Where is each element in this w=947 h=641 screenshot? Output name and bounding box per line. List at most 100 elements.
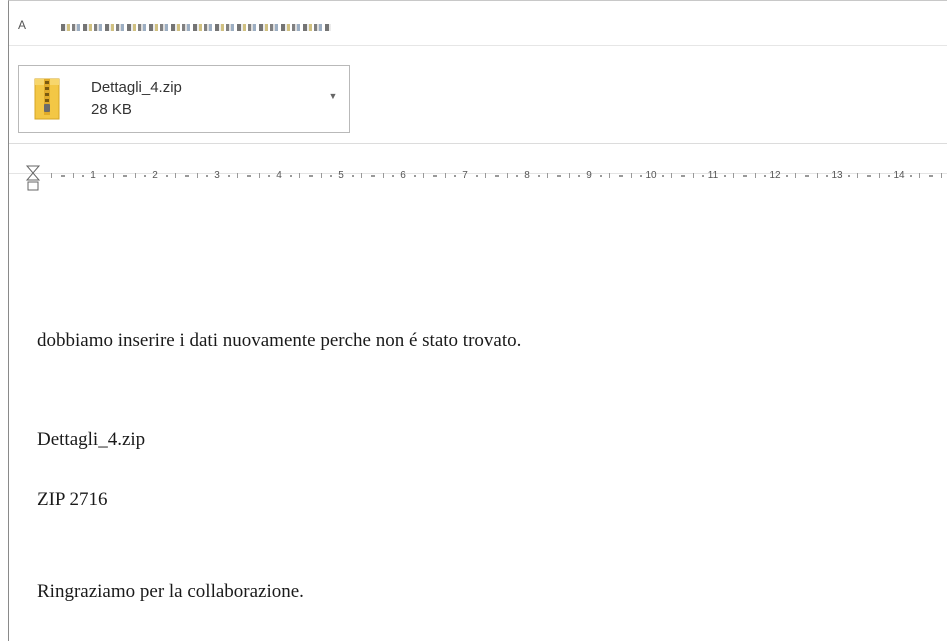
ruler-tick [196,173,198,178]
ruler-dot [847,175,850,177]
ruler-dot [909,175,912,177]
ruler-numbers: 1 2 3 4 5 6 7 8 9 10 11 12 13 14 [9,164,947,188]
ruler-dot [103,175,106,177]
ruler-dot [661,175,664,177]
email-reading-pane: A Dettagli_4.zip 28 KB ▼ 12 3 4 5 6 7 8 … [8,0,947,641]
ruler-tick [733,173,735,178]
ruler-dot [826,175,829,177]
chevron-down-icon[interactable]: ▼ [327,90,339,102]
attachment-card[interactable]: Dettagli_4.zip 28 KB ▼ [18,65,350,133]
ruler-number: 5 [338,170,344,181]
ruler: 1 2 3 4 5 6 7 8 9 10 11 12 13 14 [9,164,947,191]
ruler-dot [62,175,65,177]
ruler-tick [320,173,322,178]
ruler-dot [330,175,333,177]
ruler-number: 7 [462,170,468,181]
ruler-number: 14 [893,170,905,181]
attachments-bar: Dettagli_4.zip 28 KB ▼ [9,46,947,144]
ruler-tick [671,173,673,178]
ruler-dot [744,175,747,177]
ruler-dot [888,175,891,177]
ruler-tick [919,173,921,178]
attachment-file-name: Dettagli_4.zip [91,79,182,96]
ruler-dot [785,175,788,177]
ruler-number: 6 [400,170,406,181]
ruler-dot [351,175,354,177]
ruler-number: 11 [707,170,719,181]
ruler-tick [754,173,756,178]
ruler-tick [423,173,425,178]
ruler-dot [82,175,85,177]
message-line-1: dobbiamo inserire i dati nuovamente perc… [37,330,522,351]
ruler-dot [930,175,933,177]
ruler-tick [361,173,363,178]
ruler-dot [806,175,809,177]
ruler-dot [682,175,685,177]
ruler-tick [547,173,549,178]
ruler-tick [113,173,115,178]
ruler-tick [795,173,797,178]
ruler-number: 9 [586,170,592,181]
ruler-tick [692,173,694,178]
ruler-tick [816,173,818,178]
ruler-number: 1 [90,170,96,181]
message-line-3: ZIP 2716 [37,489,108,510]
ruler-dot [413,175,416,177]
ruler-tick [134,173,136,178]
ruler-dot [868,175,871,177]
zip-folder-icon [34,78,60,120]
ruler-tick [51,173,53,178]
ruler-dot [289,175,292,177]
ruler-dot [537,175,540,177]
ruler-dot [558,175,561,177]
ruler-dot [310,175,313,177]
ruler-dot [372,175,375,177]
message-line-4: Ringraziamo per la collaborazione. [37,581,304,602]
ruler-tick [299,173,301,178]
ruler-tick [258,173,260,178]
ruler-tick [630,173,632,178]
ruler-dot [764,175,767,177]
recipient-row: A [9,1,947,46]
ruler-dot [475,175,478,177]
ruler-number: 4 [276,170,282,181]
ruler-tick [485,173,487,178]
to-label: A [18,18,27,32]
ruler-tick [857,173,859,178]
ruler-tick [940,173,942,178]
ruler-dot [268,175,271,177]
ruler-tick [72,173,74,178]
ruler-dot [620,175,623,177]
ruler-number: 3 [214,170,220,181]
ruler-number: 8 [524,170,530,181]
ruler-dot [496,175,499,177]
ruler-dot [186,175,189,177]
ruler-tick [609,173,611,178]
ruler-tick [506,173,508,178]
redacted-recipient [61,24,331,31]
ruler-number: 10 [645,170,657,181]
ruler-number: 12 [769,170,781,181]
ruler-dot [392,175,395,177]
ruler-dot [702,175,705,177]
ruler-dot [578,175,581,177]
ruler-dot [144,175,147,177]
ruler-dot [227,175,230,177]
ruler-dot [599,175,602,177]
ruler-tick [568,173,570,178]
attachment-file-size: 28 KB [91,101,132,118]
ruler-dot [723,175,726,177]
ruler-number: 13 [831,170,843,181]
ruler-tick [237,173,239,178]
ruler-tick [878,173,880,178]
ruler-dot [124,175,127,177]
ruler-dot [206,175,209,177]
message-line-2: Dettagli_4.zip [37,429,146,450]
ruler-dot [516,175,519,177]
ruler-dot [165,175,168,177]
ruler-number: 2 [152,170,158,181]
ruler-tick [382,173,384,178]
ruler-dot [248,175,251,177]
ruler-dot [640,175,643,177]
ruler-tick [175,173,177,178]
